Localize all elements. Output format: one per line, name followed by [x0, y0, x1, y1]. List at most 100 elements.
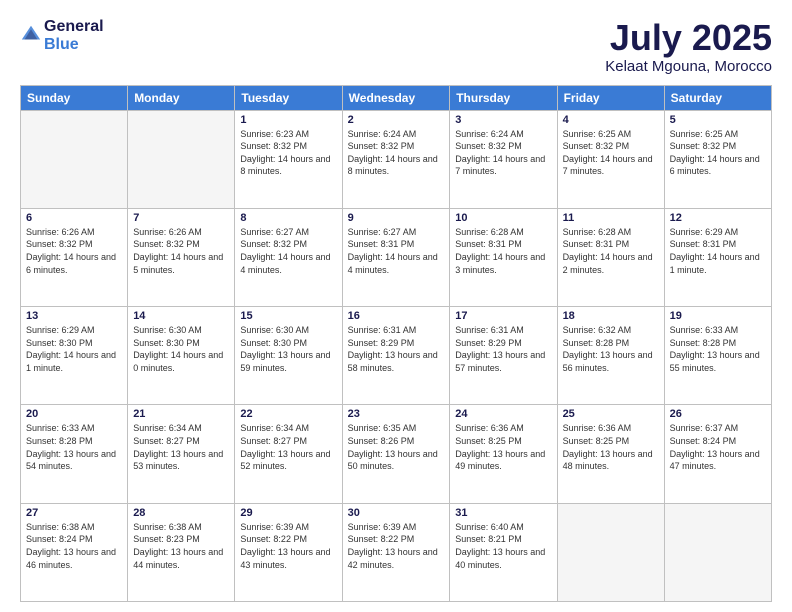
day-info: Sunrise: 6:29 AM Sunset: 8:30 PM Dayligh… [26, 324, 122, 374]
title-block: July 2025 Kelaat Mgouna, Morocco [605, 18, 772, 75]
day-number: 6 [26, 212, 122, 224]
day-number: 16 [348, 310, 445, 322]
col-saturday: Saturday [664, 85, 771, 110]
table-row: 18Sunrise: 6:32 AM Sunset: 8:28 PM Dayli… [557, 307, 664, 405]
table-row: 20Sunrise: 6:33 AM Sunset: 8:28 PM Dayli… [21, 405, 128, 503]
logo-icon [20, 23, 42, 45]
day-info: Sunrise: 6:26 AM Sunset: 8:32 PM Dayligh… [133, 226, 229, 276]
day-info: Sunrise: 6:36 AM Sunset: 8:25 PM Dayligh… [563, 422, 659, 472]
calendar-week-row: 20Sunrise: 6:33 AM Sunset: 8:28 PM Dayli… [21, 405, 772, 503]
table-row [128, 110, 235, 208]
day-info: Sunrise: 6:28 AM Sunset: 8:31 PM Dayligh… [563, 226, 659, 276]
table-row: 31 Sunrise: 6:40 AM Sunset: 8:21 PM Dayli… [450, 503, 557, 601]
table-row: 8Sunrise: 6:27 AM Sunset: 8:32 PM Daylig… [235, 208, 342, 306]
day-number: 11 [563, 212, 659, 224]
day-info: Sunrise: 6:28 AM Sunset: 8:31 PM Dayligh… [455, 226, 551, 276]
day-number: 30 [348, 507, 445, 519]
table-row: 2 Sunrise: 6:24 AM Sunset: 8:32 PM Daylig… [342, 110, 450, 208]
day-number: 3 [455, 114, 551, 126]
table-row: 15Sunrise: 6:30 AM Sunset: 8:30 PM Dayli… [235, 307, 342, 405]
calendar-table: Sunday Monday Tuesday Wednesday Thursday… [20, 85, 772, 602]
day-number: 12 [670, 212, 766, 224]
day-number: 24 [455, 408, 551, 420]
day-number: 18 [563, 310, 659, 322]
calendar-week-row: 13 Sunrise: 6:29 AM Sunset: 8:30 PM Dayli… [21, 307, 772, 405]
day-info: Sunrise: 6:39 AM Sunset: 8:22 PM Dayligh… [240, 521, 336, 571]
day-number: 17 [455, 310, 551, 322]
day-number: 23 [348, 408, 445, 420]
table-row: 16 Sunrise: 6:31 AM Sunset: 8:29 PM Dayli… [342, 307, 450, 405]
table-row: 3 Sunrise: 6:24 AM Sunset: 8:32 PM Daylig… [450, 110, 557, 208]
table-row: 9 Sunrise: 6:27 AM Sunset: 8:31 PM Daylig… [342, 208, 450, 306]
table-row: 28 Sunrise: 6:38 AM Sunset: 8:23 PM Dayli… [128, 503, 235, 601]
logo: General Blue [20, 18, 104, 53]
table-row: 25 Sunrise: 6:36 AM Sunset: 8:25 PM Dayli… [557, 405, 664, 503]
day-number: 27 [26, 507, 122, 519]
table-row: 30Sunrise: 6:39 AM Sunset: 8:22 PM Dayli… [342, 503, 450, 601]
day-number: 14 [133, 310, 229, 322]
calendar-week-row: 6 Sunrise: 6:26 AM Sunset: 8:32 PM Daylig… [21, 208, 772, 306]
day-info: Sunrise: 6:37 AM Sunset: 8:24 PM Dayligh… [670, 422, 766, 472]
day-info: Sunrise: 6:24 AM Sunset: 8:32 PM Dayligh… [348, 128, 445, 178]
table-row: 17 Sunrise: 6:31 AM Sunset: 8:29 PM Dayli… [450, 307, 557, 405]
day-info: Sunrise: 6:33 AM Sunset: 8:28 PM Dayligh… [670, 324, 766, 374]
table-row: 11 Sunrise: 6:28 AM Sunset: 8:31 PM Dayli… [557, 208, 664, 306]
table-row: 14 Sunrise: 6:30 AM Sunset: 8:30 PM Dayli… [128, 307, 235, 405]
day-number: 4 [563, 114, 659, 126]
calendar-week-row: 1Sunrise: 6:23 AM Sunset: 8:32 PM Daylig… [21, 110, 772, 208]
table-row: 13 Sunrise: 6:29 AM Sunset: 8:30 PM Dayli… [21, 307, 128, 405]
day-info: Sunrise: 6:34 AM Sunset: 8:27 PM Dayligh… [133, 422, 229, 472]
day-info: Sunrise: 6:26 AM Sunset: 8:32 PM Dayligh… [26, 226, 122, 276]
day-number: 5 [670, 114, 766, 126]
table-row: 12Sunrise: 6:29 AM Sunset: 8:31 PM Dayli… [664, 208, 771, 306]
col-sunday: Sunday [21, 85, 128, 110]
day-info: Sunrise: 6:34 AM Sunset: 8:27 PM Dayligh… [240, 422, 336, 472]
day-number: 22 [240, 408, 336, 420]
day-info: Sunrise: 6:27 AM Sunset: 8:31 PM Dayligh… [348, 226, 445, 276]
table-row: 23 Sunrise: 6:35 AM Sunset: 8:26 PM Dayli… [342, 405, 450, 503]
table-row: 5Sunrise: 6:25 AM Sunset: 8:32 PM Daylig… [664, 110, 771, 208]
day-info: Sunrise: 6:38 AM Sunset: 8:23 PM Dayligh… [133, 521, 229, 571]
col-thursday: Thursday [450, 85, 557, 110]
day-number: 26 [670, 408, 766, 420]
day-number: 8 [240, 212, 336, 224]
day-number: 25 [563, 408, 659, 420]
day-number: 31 [455, 507, 551, 519]
page-header: General Blue July 2025 Kelaat Mgouna, Mo… [20, 18, 772, 75]
day-number: 9 [348, 212, 445, 224]
day-number: 28 [133, 507, 229, 519]
table-row: 4 Sunrise: 6:25 AM Sunset: 8:32 PM Daylig… [557, 110, 664, 208]
day-info: Sunrise: 6:30 AM Sunset: 8:30 PM Dayligh… [133, 324, 229, 374]
day-info: Sunrise: 6:38 AM Sunset: 8:24 PM Dayligh… [26, 521, 122, 571]
day-number: 2 [348, 114, 445, 126]
day-info: Sunrise: 6:31 AM Sunset: 8:29 PM Dayligh… [455, 324, 551, 374]
calendar-header-row: Sunday Monday Tuesday Wednesday Thursday… [21, 85, 772, 110]
day-number: 1 [240, 114, 336, 126]
table-row: 19Sunrise: 6:33 AM Sunset: 8:28 PM Dayli… [664, 307, 771, 405]
day-number: 7 [133, 212, 229, 224]
col-wednesday: Wednesday [342, 85, 450, 110]
table-row: 22 Sunrise: 6:34 AM Sunset: 8:27 PM Dayli… [235, 405, 342, 503]
day-number: 15 [240, 310, 336, 322]
day-number: 20 [26, 408, 122, 420]
table-row: 1Sunrise: 6:23 AM Sunset: 8:32 PM Daylig… [235, 110, 342, 208]
col-tuesday: Tuesday [235, 85, 342, 110]
day-info: Sunrise: 6:35 AM Sunset: 8:26 PM Dayligh… [348, 422, 445, 472]
table-row: 29 Sunrise: 6:39 AM Sunset: 8:22 PM Dayli… [235, 503, 342, 601]
day-number: 29 [240, 507, 336, 519]
calendar-week-row: 27 Sunrise: 6:38 AM Sunset: 8:24 PM Dayli… [21, 503, 772, 601]
table-row [664, 503, 771, 601]
day-number: 13 [26, 310, 122, 322]
table-row [21, 110, 128, 208]
location-title: Kelaat Mgouna, Morocco [605, 58, 772, 75]
day-info: Sunrise: 6:25 AM Sunset: 8:32 PM Dayligh… [563, 128, 659, 178]
logo-general-text: General [44, 18, 104, 36]
day-info: Sunrise: 6:40 AM Sunset: 8:21 PM Dayligh… [455, 521, 551, 571]
table-row: 26 Sunrise: 6:37 AM Sunset: 8:24 PM Dayli… [664, 405, 771, 503]
table-row: 7 Sunrise: 6:26 AM Sunset: 8:32 PM Daylig… [128, 208, 235, 306]
logo-blue-text: Blue [44, 36, 104, 54]
day-info: Sunrise: 6:24 AM Sunset: 8:32 PM Dayligh… [455, 128, 551, 178]
day-info: Sunrise: 6:31 AM Sunset: 8:29 PM Dayligh… [348, 324, 445, 374]
col-monday: Monday [128, 85, 235, 110]
table-row: 21Sunrise: 6:34 AM Sunset: 8:27 PM Dayli… [128, 405, 235, 503]
